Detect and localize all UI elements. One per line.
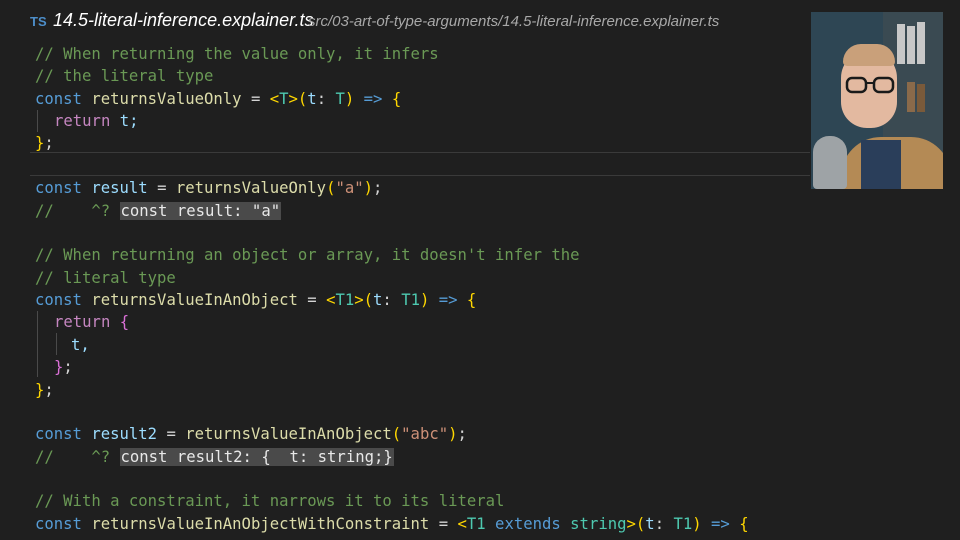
- code-line: };: [35, 381, 54, 399]
- code-line: t,: [71, 336, 90, 354]
- book: [917, 22, 925, 64]
- code-line: return t;: [54, 112, 139, 130]
- book: [907, 26, 915, 64]
- code-line: const result2 = returnsValueInAnObject("…: [35, 425, 467, 443]
- code-line: const returnsValueOnly = <T>(t: T) => {: [35, 90, 402, 108]
- indent-guide: [56, 333, 57, 355]
- code-line: const returnsValueInAnObject = <T1>(t: T…: [35, 291, 477, 309]
- book: [907, 82, 915, 112]
- code-line: const returnsValueInAnObjectWithConstrai…: [35, 515, 749, 533]
- code-line: // When returning the value only, it inf…: [35, 45, 439, 63]
- code-line: return {: [54, 313, 130, 331]
- indent-guide: [37, 110, 38, 132]
- microphone-icon: [813, 136, 847, 189]
- indent-guide: [37, 311, 38, 377]
- code-line: };: [54, 358, 73, 376]
- presenter-webcam: [811, 12, 943, 189]
- book: [897, 24, 905, 64]
- type-hint: const result2: { t: string;}: [119, 448, 394, 466]
- code-line: // literal type: [35, 269, 176, 287]
- presenter-hair: [843, 44, 895, 66]
- current-line-highlight: [30, 152, 810, 176]
- book: [917, 84, 925, 112]
- code-line: // When returning an object or array, it…: [35, 246, 580, 264]
- tab-file-path: src/03-art-of-type-arguments/14.5-litera…: [308, 13, 720, 30]
- code-line: // the literal type: [35, 67, 214, 85]
- type-hint: const result: "a": [119, 202, 282, 220]
- code-line: // ^? const result2: { t: string;}: [35, 448, 394, 466]
- code-line: const result = returnsValueOnly("a");: [35, 179, 383, 197]
- code-line: };: [35, 134, 54, 152]
- glasses-icon: [845, 76, 895, 94]
- typescript-file-icon: TS: [30, 14, 47, 29]
- presenter-shirt: [861, 140, 901, 189]
- tab-filename[interactable]: 14.5-literal-inference.explainer.ts: [53, 10, 313, 31]
- code-line: // ^? const result: "a": [35, 202, 282, 220]
- code-line: // With a constraint, it narrows it to i…: [35, 492, 505, 510]
